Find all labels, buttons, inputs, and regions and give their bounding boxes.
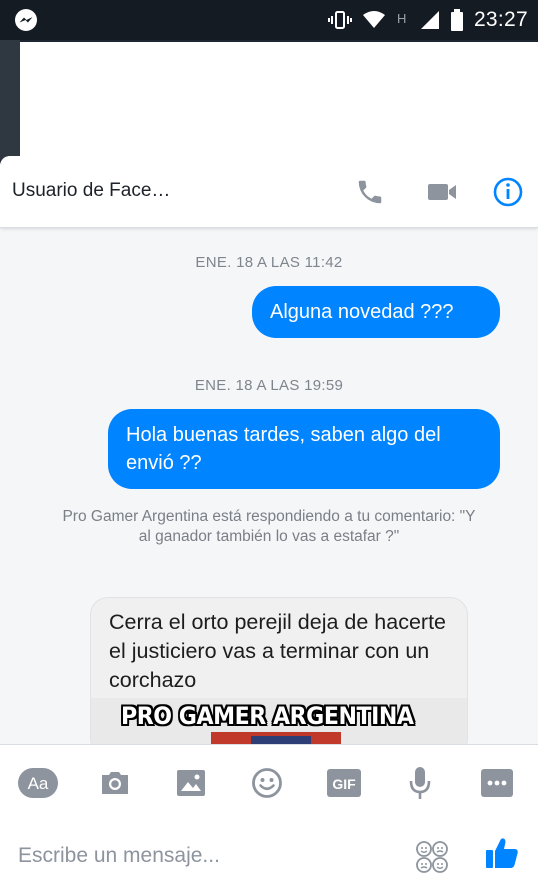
svg-text:H: H — [397, 11, 406, 26]
message-text: Alguna novedad ??? — [270, 301, 454, 323]
like-icon[interactable] — [482, 833, 522, 873]
message-timestamp: ENE. 18 A LAS 11:42 — [195, 254, 343, 271]
messenger-icon — [15, 9, 37, 31]
camera-icon[interactable] — [95, 763, 135, 803]
message-composer: Aa GIF Escribe un mensaje... — [0, 744, 538, 891]
signal-icon — [420, 11, 439, 29]
sticker-icon[interactable] — [412, 837, 452, 877]
gif-label: GIF — [332, 776, 356, 792]
chat-head-window: Usuario de Face… ENE. 18 A LAS 11:42 Alg… — [0, 156, 538, 891]
message-input[interactable] — [18, 841, 398, 871]
network-h-icon: H — [397, 11, 406, 26]
status-icons: H 23:27 — [327, 0, 528, 40]
contact-name[interactable]: Usuario de Face… — [12, 180, 170, 202]
wifi-icon — [362, 11, 385, 28]
emoji-icon[interactable] — [247, 763, 287, 803]
text-format-label: Aa — [28, 774, 49, 793]
clock: 23:27 — [473, 8, 528, 31]
more-icon[interactable] — [477, 763, 517, 803]
gif-icon[interactable]: GIF — [324, 763, 364, 803]
image-caption: PRO GAMER ARGENTINA — [121, 702, 414, 730]
video-call-icon[interactable] — [424, 174, 460, 210]
phone-icon[interactable] — [352, 174, 388, 210]
status-bar: H 23:27 — [0, 0, 538, 40]
text-format-icon[interactable]: Aa — [18, 763, 58, 803]
gallery-icon[interactable] — [171, 763, 211, 803]
info-icon[interactable] — [490, 174, 526, 210]
background-panel — [20, 42, 538, 158]
message-text: Hola buenas tardes, saben algo del envió… — [126, 424, 441, 474]
outgoing-message[interactable]: Alguna novedad ??? — [252, 286, 500, 338]
background-app — [0, 40, 20, 160]
microphone-icon[interactable] — [400, 763, 440, 803]
incoming-message[interactable]: Cerra el orto perejil deja de hacerte el… — [90, 597, 468, 757]
outgoing-message[interactable]: Hola buenas tardes, saben algo del envió… — [108, 409, 500, 489]
message-text: Cerra el orto perejil deja de hacerte el… — [109, 610, 447, 692]
vibrate-icon — [327, 11, 352, 29]
composer-toolbar: Aa GIF — [0, 763, 538, 803]
message-timestamp: ENE. 18 A LAS 19:59 — [194, 377, 344, 394]
reply-context-note: Pro Gamer Argentina está respondiendo a … — [62, 508, 476, 545]
battery-icon — [450, 9, 463, 31]
chat-header: Usuario de Face… — [0, 156, 538, 228]
